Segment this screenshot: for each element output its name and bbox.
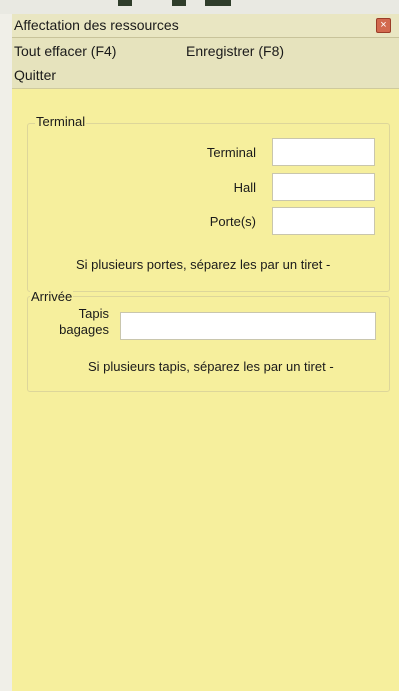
close-icon: × (380, 19, 387, 31)
terminal-input[interactable] (272, 138, 375, 166)
hall-label: Hall (233, 180, 256, 195)
close-button[interactable]: × (376, 18, 391, 33)
menu-save[interactable]: Enregistrer (F8) (186, 43, 284, 59)
menu-divider (12, 88, 399, 89)
terminal-group-legend: Terminal (35, 114, 87, 129)
background-fragment (172, 0, 186, 6)
background-strip (0, 0, 399, 14)
title-bar[interactable]: Affectation des ressources × (12, 14, 399, 38)
gates-hint: Si plusieurs portes, séparez les par un … (76, 257, 331, 272)
menu-quit[interactable]: Quitter (14, 67, 56, 83)
background-fragment (118, 0, 132, 6)
gates-input[interactable] (272, 207, 375, 235)
baggage-belt-label-line2: bagages (59, 322, 109, 337)
menu-bar: Tout effacer (F4) Enregistrer (F8) Quitt… (12, 38, 399, 88)
belt-hint: Si plusieurs tapis, séparez les par un t… (88, 359, 334, 374)
baggage-belt-label-line1: Tapis (78, 306, 109, 321)
gates-label: Porte(s) (209, 214, 256, 229)
background-fragment (205, 0, 231, 6)
window-title: Affectation des ressources (14, 17, 179, 33)
arrival-group-legend: Arrivée (30, 289, 74, 304)
terminal-label: Terminal (206, 145, 256, 160)
hall-input[interactable] (272, 173, 375, 201)
baggage-belt-input[interactable] (120, 312, 376, 340)
resource-assignment-window: Affectation des ressources × Tout efface… (12, 14, 399, 691)
menu-clear-all[interactable]: Tout effacer (F4) (14, 43, 116, 59)
